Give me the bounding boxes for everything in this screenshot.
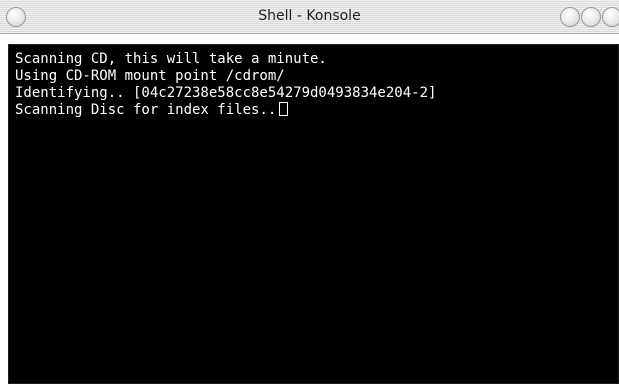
- terminal-view[interactable]: Scanning CD, this will take a minute. Us…: [8, 44, 619, 384]
- terminal-line-2: Using CD-ROM mount point /cdrom/: [15, 68, 285, 84]
- window-titlebar[interactable]: Shell - Konsole: [0, 0, 619, 34]
- maximize-button[interactable]: [581, 7, 601, 27]
- terminal-line-1: Scanning CD, this will take a minute.: [15, 51, 327, 67]
- window-bottom-frame: [0, 384, 619, 392]
- terminal-line-4-wrapper: Scanning Disc for index files..: [15, 102, 612, 119]
- cursor-icon: [279, 102, 289, 116]
- close-button[interactable]: [602, 7, 619, 27]
- window-title: Shell - Konsole: [258, 8, 361, 24]
- konsole-window: Shell - Konsole Scanning CD, this will t…: [0, 0, 619, 392]
- minimize-button[interactable]: [560, 7, 580, 27]
- terminal-line-3: Identifying.. [04c27238e58cc8e54279d0493…: [15, 85, 437, 101]
- terminal-line-4: Scanning Disc for index files..: [15, 102, 277, 118]
